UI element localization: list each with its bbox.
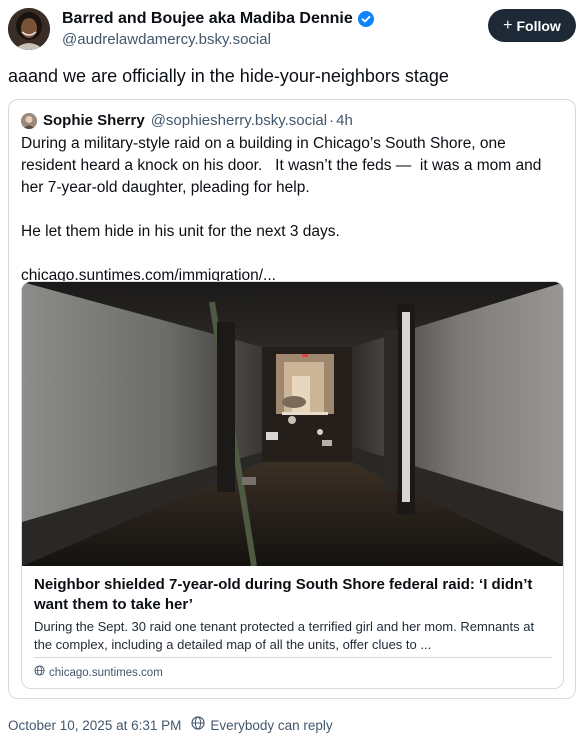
author-avatar[interactable] xyxy=(8,8,50,50)
link-domain-text: chicago.suntimes.com xyxy=(49,667,163,679)
link-divider xyxy=(34,657,552,658)
reply-setting[interactable]: Everybody can reply xyxy=(191,716,333,735)
plus-icon: + xyxy=(503,16,513,34)
reply-setting-label: Everybody can reply xyxy=(210,717,333,733)
quote-author-name[interactable]: Sophie Sherry xyxy=(43,111,145,131)
post-footer: October 10, 2025 at 6:31 PM Everybody ca… xyxy=(8,716,333,735)
link-description: During the Sept. 30 raid one tenant prot… xyxy=(34,619,535,652)
quoted-post[interactable]: Sophie Sherry @sophiesherry.bsky.social … xyxy=(8,99,576,699)
follow-button[interactable]: + Follow xyxy=(488,9,576,42)
quote-separator: · xyxy=(329,112,335,129)
post-text: aaand we are officially in the hide-your… xyxy=(8,66,449,86)
quote-author-avatar[interactable] xyxy=(21,113,37,129)
post-timestamp[interactable]: October 10, 2025 at 6:31 PM xyxy=(8,717,181,735)
post-header: Barred and Boujee aka Madiba Dennie @aud… xyxy=(8,8,576,54)
follow-button-label: Follow xyxy=(516,17,561,34)
globe-icon xyxy=(34,665,45,681)
verified-check-icon xyxy=(357,11,374,27)
author-handle[interactable]: @audrelawdamercy.bsky.social xyxy=(62,30,374,50)
link-title[interactable]: Neighbor shielded 7-year-old during Sout… xyxy=(34,575,554,615)
author-display-name[interactable]: Barred and Boujee aka Madiba Dennie xyxy=(62,9,353,29)
link-domain[interactable]: chicago.suntimes.com xyxy=(34,665,163,681)
hallway-photo xyxy=(22,282,563,567)
author-block: Barred and Boujee aka Madiba Dennie @aud… xyxy=(62,9,374,50)
quote-author-handle[interactable]: @sophiesherry.bsky.social xyxy=(151,111,327,131)
link-preview-card[interactable]: Neighbor shielded 7-year-old during Sout… xyxy=(21,281,564,689)
quote-age: 4h xyxy=(336,112,353,129)
quote-body: During a military-style raid on a buildi… xyxy=(21,135,542,284)
globe-icon xyxy=(191,716,205,735)
quote-header: Sophie Sherry @sophiesherry.bsky.social … xyxy=(21,111,353,131)
